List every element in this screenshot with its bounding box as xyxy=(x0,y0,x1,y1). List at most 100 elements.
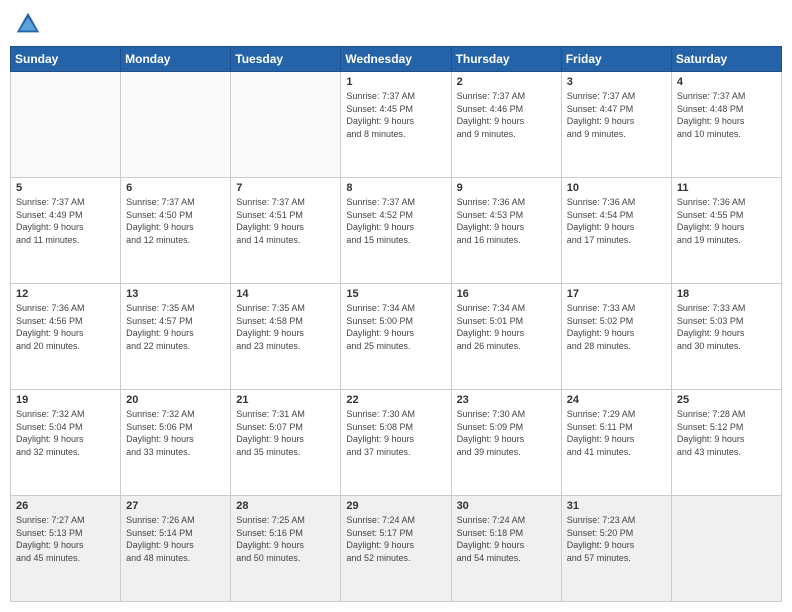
weekday-header-tuesday: Tuesday xyxy=(231,47,341,72)
day-info: Sunrise: 7:37 AM Sunset: 4:48 PM Dayligh… xyxy=(677,90,776,140)
calendar-table: SundayMondayTuesdayWednesdayThursdayFrid… xyxy=(10,46,782,602)
day-info: Sunrise: 7:27 AM Sunset: 5:13 PM Dayligh… xyxy=(16,514,115,564)
calendar-cell: 11Sunrise: 7:36 AM Sunset: 4:55 PM Dayli… xyxy=(671,178,781,284)
calendar-cell xyxy=(231,72,341,178)
day-number: 27 xyxy=(126,500,225,512)
calendar-cell: 26 Sunrise: 7:27 AM Sunset: 5:13 PM Dayli… xyxy=(11,496,121,602)
day-number: 3 xyxy=(567,76,666,88)
day-info: Sunrise: 7:30 AM Sunset: 5:08 PM Dayligh… xyxy=(346,408,445,458)
day-number: 31 xyxy=(567,500,666,512)
day-info: Sunrise: 7:36 AM Sunset: 4:53 PM Dayligh… xyxy=(457,196,556,246)
calendar-cell: 10 Sunrise: 7:36 AM Sunset: 4:54 PM Dayli… xyxy=(561,178,671,284)
day-number: 1 xyxy=(346,76,445,88)
calendar-cell: 29Sunrise: 7:24 AM Sunset: 5:17 PM Dayli… xyxy=(341,496,451,602)
calendar-cell: 7 Sunrise: 7:37 AM Sunset: 4:51 PM Daylig… xyxy=(231,178,341,284)
calendar-cell: 19 Sunrise: 7:32 AM Sunset: 5:04 PM Dayli… xyxy=(11,390,121,496)
day-number: 11 xyxy=(677,182,776,194)
day-number: 8 xyxy=(346,182,445,194)
day-info: Sunrise: 7:37 AM Sunset: 4:52 PM Dayligh… xyxy=(346,196,445,246)
day-number: 15 xyxy=(346,288,445,300)
calendar-cell: 6 Sunrise: 7:37 AM Sunset: 4:50 PM Daylig… xyxy=(121,178,231,284)
day-info: Sunrise: 7:37 AM Sunset: 4:50 PM Dayligh… xyxy=(126,196,225,246)
calendar-cell: 27 Sunrise: 7:26 AM Sunset: 5:14 PM Dayli… xyxy=(121,496,231,602)
day-number: 20 xyxy=(126,394,225,406)
day-info: Sunrise: 7:36 AM Sunset: 4:56 PM Dayligh… xyxy=(16,302,115,352)
day-info: Sunrise: 7:32 AM Sunset: 5:06 PM Dayligh… xyxy=(126,408,225,458)
day-info: Sunrise: 7:37 AM Sunset: 4:46 PM Dayligh… xyxy=(457,90,556,140)
day-number: 28 xyxy=(236,500,335,512)
logo xyxy=(14,10,46,38)
day-info: Sunrise: 7:25 AM Sunset: 5:16 PM Dayligh… xyxy=(236,514,335,564)
day-info: Sunrise: 7:37 AM Sunset: 4:51 PM Dayligh… xyxy=(236,196,335,246)
day-number: 25 xyxy=(677,394,776,406)
weekday-header-thursday: Thursday xyxy=(451,47,561,72)
calendar-cell: 30 Sunrise: 7:24 AM Sunset: 5:18 PM Dayli… xyxy=(451,496,561,602)
calendar-cell: 14 Sunrise: 7:35 AM Sunset: 4:58 PM Dayli… xyxy=(231,284,341,390)
weekday-header-sunday: Sunday xyxy=(11,47,121,72)
calendar-cell xyxy=(121,72,231,178)
day-number: 13 xyxy=(126,288,225,300)
calendar-cell: 16Sunrise: 7:34 AM Sunset: 5:01 PM Dayli… xyxy=(451,284,561,390)
day-info: Sunrise: 7:26 AM Sunset: 5:14 PM Dayligh… xyxy=(126,514,225,564)
day-info: Sunrise: 7:36 AM Sunset: 4:54 PM Dayligh… xyxy=(567,196,666,246)
day-info: Sunrise: 7:24 AM Sunset: 5:18 PM Dayligh… xyxy=(457,514,556,564)
calendar-cell: 25Sunrise: 7:28 AM Sunset: 5:12 PM Dayli… xyxy=(671,390,781,496)
day-number: 4 xyxy=(677,76,776,88)
day-number: 9 xyxy=(457,182,556,194)
day-number: 23 xyxy=(457,394,556,406)
header xyxy=(10,10,782,38)
day-info: Sunrise: 7:37 AM Sunset: 4:49 PM Dayligh… xyxy=(16,196,115,246)
day-info: Sunrise: 7:33 AM Sunset: 5:03 PM Dayligh… xyxy=(677,302,776,352)
weekday-header-friday: Friday xyxy=(561,47,671,72)
calendar-cell: 12Sunrise: 7:36 AM Sunset: 4:56 PM Dayli… xyxy=(11,284,121,390)
day-info: Sunrise: 7:37 AM Sunset: 4:45 PM Dayligh… xyxy=(346,90,445,140)
calendar-cell xyxy=(671,496,781,602)
weekday-header-wednesday: Wednesday xyxy=(341,47,451,72)
day-number: 24 xyxy=(567,394,666,406)
day-number: 26 xyxy=(16,500,115,512)
day-info: Sunrise: 7:23 AM Sunset: 5:20 PM Dayligh… xyxy=(567,514,666,564)
day-number: 22 xyxy=(346,394,445,406)
day-number: 19 xyxy=(16,394,115,406)
day-number: 29 xyxy=(346,500,445,512)
calendar-cell: 20 Sunrise: 7:32 AM Sunset: 5:06 PM Dayli… xyxy=(121,390,231,496)
calendar-cell: 21 Sunrise: 7:31 AM Sunset: 5:07 PM Dayli… xyxy=(231,390,341,496)
calendar-cell: 28 Sunrise: 7:25 AM Sunset: 5:16 PM Dayli… xyxy=(231,496,341,602)
calendar-cell: 4 Sunrise: 7:37 AM Sunset: 4:48 PM Daylig… xyxy=(671,72,781,178)
calendar-cell: 31 Sunrise: 7:23 AM Sunset: 5:20 PM Dayli… xyxy=(561,496,671,602)
calendar-cell: 1 Sunrise: 7:37 AM Sunset: 4:45 PM Daylig… xyxy=(341,72,451,178)
day-info: Sunrise: 7:34 AM Sunset: 5:01 PM Dayligh… xyxy=(457,302,556,352)
calendar-cell: 13 Sunrise: 7:35 AM Sunset: 4:57 PM Dayli… xyxy=(121,284,231,390)
day-info: Sunrise: 7:35 AM Sunset: 4:57 PM Dayligh… xyxy=(126,302,225,352)
day-number: 17 xyxy=(567,288,666,300)
day-number: 6 xyxy=(126,182,225,194)
day-number: 10 xyxy=(567,182,666,194)
calendar-week-2: 5Sunrise: 7:37 AM Sunset: 4:49 PM Daylig… xyxy=(11,178,782,284)
calendar-cell xyxy=(11,72,121,178)
day-info: Sunrise: 7:29 AM Sunset: 5:11 PM Dayligh… xyxy=(567,408,666,458)
calendar-cell: 5Sunrise: 7:37 AM Sunset: 4:49 PM Daylig… xyxy=(11,178,121,284)
weekday-header-saturday: Saturday xyxy=(671,47,781,72)
day-number: 30 xyxy=(457,500,556,512)
day-info: Sunrise: 7:34 AM Sunset: 5:00 PM Dayligh… xyxy=(346,302,445,352)
calendar-week-4: 19 Sunrise: 7:32 AM Sunset: 5:04 PM Dayli… xyxy=(11,390,782,496)
day-number: 2 xyxy=(457,76,556,88)
day-number: 14 xyxy=(236,288,335,300)
calendar-cell: 3Sunrise: 7:37 AM Sunset: 4:47 PM Daylig… xyxy=(561,72,671,178)
calendar-cell: 22 Sunrise: 7:30 AM Sunset: 5:08 PM Dayli… xyxy=(341,390,451,496)
calendar-cell: 8 Sunrise: 7:37 AM Sunset: 4:52 PM Daylig… xyxy=(341,178,451,284)
day-number: 21 xyxy=(236,394,335,406)
weekday-header-row: SundayMondayTuesdayWednesdayThursdayFrid… xyxy=(11,47,782,72)
calendar-cell: 2 Sunrise: 7:37 AM Sunset: 4:46 PM Daylig… xyxy=(451,72,561,178)
day-info: Sunrise: 7:35 AM Sunset: 4:58 PM Dayligh… xyxy=(236,302,335,352)
logo-icon xyxy=(14,10,42,38)
calendar-week-1: 1 Sunrise: 7:37 AM Sunset: 4:45 PM Daylig… xyxy=(11,72,782,178)
day-info: Sunrise: 7:31 AM Sunset: 5:07 PM Dayligh… xyxy=(236,408,335,458)
page: SundayMondayTuesdayWednesdayThursdayFrid… xyxy=(0,0,792,612)
day-number: 7 xyxy=(236,182,335,194)
day-info: Sunrise: 7:33 AM Sunset: 5:02 PM Dayligh… xyxy=(567,302,666,352)
weekday-header-monday: Monday xyxy=(121,47,231,72)
calendar-week-5: 26 Sunrise: 7:27 AM Sunset: 5:13 PM Dayli… xyxy=(11,496,782,602)
day-number: 18 xyxy=(677,288,776,300)
day-info: Sunrise: 7:32 AM Sunset: 5:04 PM Dayligh… xyxy=(16,408,115,458)
